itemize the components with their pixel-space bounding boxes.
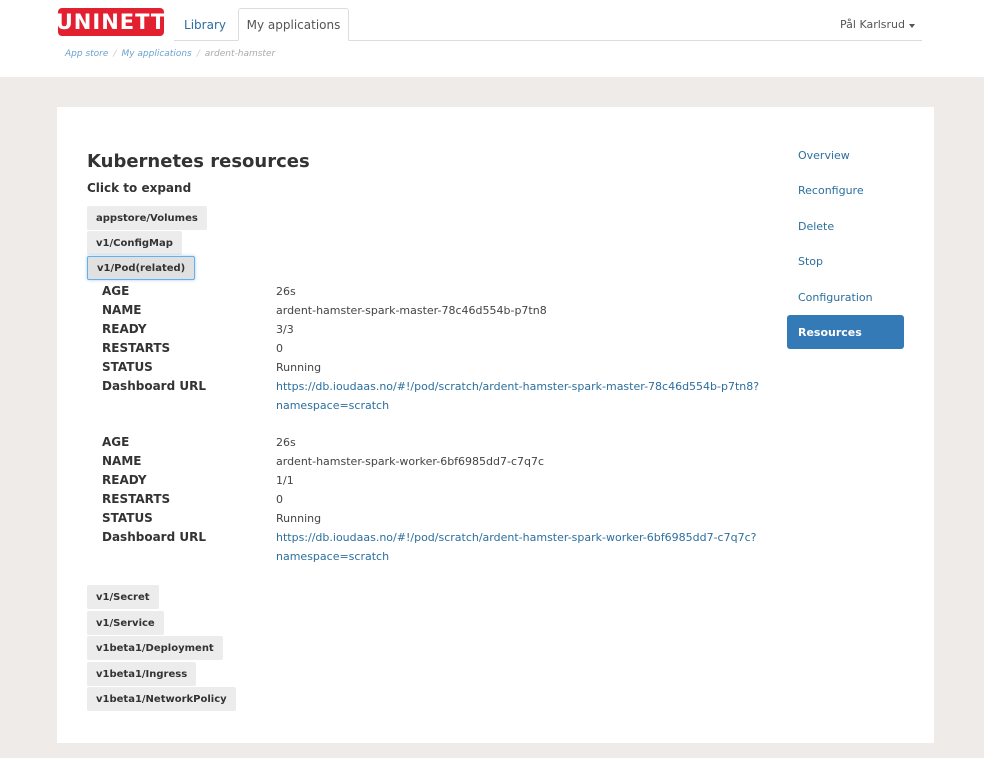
resource-v1beta1-networkpolicy[interactable]: v1beta1/NetworkPolicy: [87, 687, 236, 711]
resource-v1-secret[interactable]: v1/Secret: [87, 585, 159, 609]
url-line-1[interactable]: https://db.ioudaas.no/#!/pod/scratch/ard…: [276, 377, 781, 396]
breadcrumb-app-store[interactable]: App store: [65, 49, 108, 59]
page-title: Kubernetes resources: [87, 151, 310, 172]
pod-age-value: 26s: [276, 436, 296, 449]
caret-down-icon: [909, 23, 915, 28]
pod-age-label: AGE: [102, 435, 130, 449]
tab-my-applications[interactable]: My applications: [238, 8, 349, 41]
pod-dashboard-url-label: Dashboard URL: [102, 530, 206, 544]
pod-restarts-value: 0: [276, 493, 283, 506]
pod-name-label: NAME: [102, 303, 142, 317]
pod-restarts-label: RESTARTS: [102, 341, 171, 355]
pod-dashboard-url-link[interactable]: https://db.ioudaas.no/#!/pod/scratch/ard…: [276, 528, 781, 566]
sidebar-item-reconfigure[interactable]: Reconfigure: [787, 173, 904, 207]
pod-ready-label: READY: [102, 322, 147, 336]
pod-status-label: STATUS: [102, 511, 153, 525]
resource-appstore-volumes[interactable]: appstore/Volumes: [87, 206, 207, 230]
url-line-2[interactable]: namespace=scratch: [276, 396, 781, 415]
tab-library[interactable]: Library: [174, 8, 236, 41]
breadcrumb-my-applications[interactable]: My applications: [121, 49, 191, 59]
pod-dashboard-url-link[interactable]: https://db.ioudaas.no/#!/pod/scratch/ard…: [276, 377, 781, 415]
resource-v1-service[interactable]: v1/Service: [87, 611, 164, 635]
sidebar-item-resources[interactable]: Resources: [787, 315, 904, 349]
uninett-logo[interactable]: UNINETT: [56, 8, 165, 36]
resource-v1-pod-related[interactable]: v1/Pod(related): [87, 256, 196, 280]
pod-ready-label: READY: [102, 473, 147, 487]
pod-age-value: 26s: [276, 285, 296, 298]
pod-status-value: Running: [276, 512, 322, 525]
pod-age-label: AGE: [102, 284, 130, 298]
resource-v1beta1-ingress[interactable]: v1beta1/Ingress: [87, 662, 197, 686]
breadcrumb-current: ardent-hamster: [204, 49, 276, 59]
resource-v1-configmap[interactable]: v1/ConfigMap: [87, 231, 182, 255]
pod-ready-value: 3/3: [276, 323, 294, 336]
top-header: UNINETT Library My applications Pål Karl…: [0, 0, 984, 77]
pod-ready-value: 1/1: [276, 474, 294, 487]
breadcrumb-separator: /: [196, 49, 200, 59]
user-menu[interactable]: Pål Karlsrud: [840, 18, 915, 31]
pod-dashboard-url-label: Dashboard URL: [102, 379, 206, 393]
sidebar-item-overview[interactable]: Overview: [787, 138, 904, 172]
url-line-1[interactable]: https://db.ioudaas.no/#!/pod/scratch/ard…: [276, 528, 781, 547]
pod-status-value: Running: [276, 361, 322, 374]
breadcrumb: App store / My applications / ardent-ham…: [65, 49, 275, 59]
pod-restarts-label: RESTARTS: [102, 492, 171, 506]
pod-name-value: ardent-hamster-spark-master-78c46d554b-p…: [276, 304, 547, 317]
resource-v1beta1-deployment[interactable]: v1beta1/Deployment: [87, 636, 223, 660]
sidebar-item-stop[interactable]: Stop: [787, 244, 904, 278]
sidebar-item-configuration[interactable]: Configuration: [787, 280, 904, 314]
pod-name-label: NAME: [102, 454, 142, 468]
pod-name-value: ardent-hamster-spark-worker-6bf6985dd7-c…: [276, 455, 545, 468]
content-panel: Kubernetes resources Click to expand app…: [57, 107, 934, 743]
sidebar-item-delete[interactable]: Delete: [787, 209, 904, 243]
expand-hint: Click to expand: [87, 181, 192, 195]
user-name: Pål Karlsrud: [840, 18, 905, 31]
pod-restarts-value: 0: [276, 342, 283, 355]
pod-status-label: STATUS: [102, 360, 153, 374]
breadcrumb-separator: /: [113, 49, 117, 59]
url-line-2[interactable]: namespace=scratch: [276, 547, 781, 566]
